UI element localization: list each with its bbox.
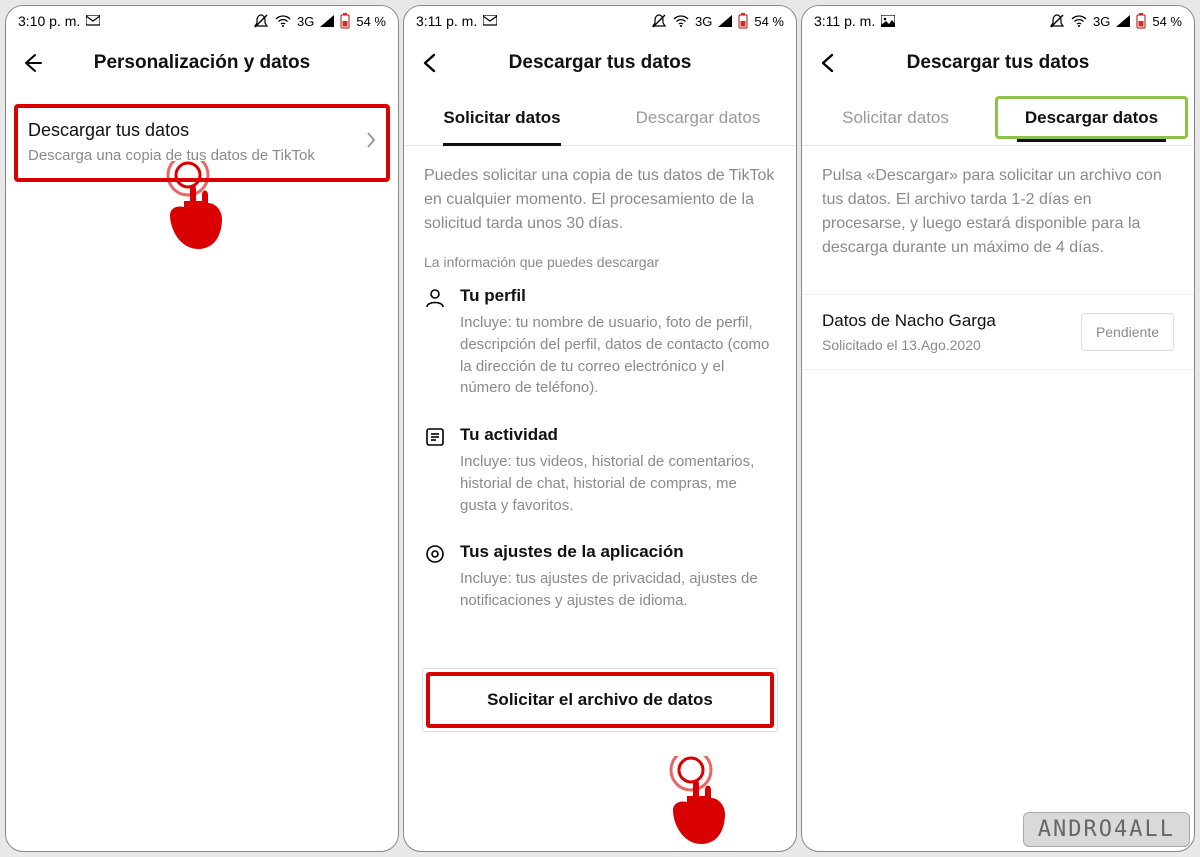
signal-icon xyxy=(320,15,334,27)
info-desc: Incluye: tu nombre de usuario, foto de p… xyxy=(460,312,776,399)
wifi-icon xyxy=(673,15,689,27)
message-icon xyxy=(483,15,497,27)
pending-title: Datos de Nacho Garga xyxy=(822,311,996,331)
pending-date: Solicitado el 13.Ago.2020 xyxy=(822,337,996,353)
mute-icon xyxy=(651,13,667,29)
info-item-profile: Tu perfil Incluye: tu nombre de usuario,… xyxy=(424,286,776,399)
app-bar: Descargar tus datos xyxy=(404,36,796,90)
page-title: Descargar tus datos xyxy=(840,52,1156,74)
page-title: Descargar tus datos xyxy=(442,52,758,74)
chevron-right-icon xyxy=(366,131,376,154)
clock-text: 3:10 p. m. xyxy=(18,13,80,29)
phone-screen-3: 3:11 p. m. 3G 54 % Descargar tus datos S… xyxy=(801,5,1195,852)
back-chevron-icon[interactable] xyxy=(418,51,442,75)
screenshot-triptych: 3:10 p. m. 3G 54 % Personalización y dat… xyxy=(0,0,1200,857)
tab-request-data[interactable]: Solicitar datos xyxy=(802,90,989,145)
wifi-icon xyxy=(1071,15,1087,27)
status-bar: 3:11 p. m. 3G 54 % xyxy=(802,6,1194,36)
row-title: Descargar tus datos xyxy=(28,120,315,141)
image-icon xyxy=(881,15,895,27)
gear-icon xyxy=(424,544,446,566)
battery-text: 54 % xyxy=(356,14,386,29)
info-title: Tu perfil xyxy=(460,286,776,306)
phone-screen-1: 3:10 p. m. 3G 54 % Personalización y dat… xyxy=(5,5,399,852)
app-bar: Personalización y datos xyxy=(6,36,398,90)
info-title: Tus ajustes de la aplicación xyxy=(460,542,776,562)
info-title: Tu actividad xyxy=(460,425,776,445)
person-icon xyxy=(424,288,446,310)
tabs: Solicitar datos Descargar datos xyxy=(404,90,796,146)
network-text: 3G xyxy=(297,14,314,29)
phone-screen-2: 3:11 p. m. 3G 54 % Descargar tus datos S… xyxy=(403,5,797,852)
tabs: Solicitar datos Descargar datos xyxy=(802,90,1194,146)
battery-text: 54 % xyxy=(1152,14,1182,29)
signal-icon xyxy=(1116,15,1130,27)
intro-text: Puedes solicitar una copia de tus datos … xyxy=(424,164,776,236)
battery-icon xyxy=(738,13,748,29)
tap-gesture-icon xyxy=(659,756,739,846)
list-icon xyxy=(424,427,446,449)
request-data-button[interactable]: Solicitar el archivo de datos xyxy=(422,668,778,732)
signal-icon xyxy=(718,15,732,27)
clock-text: 3:11 p. m. xyxy=(814,13,875,29)
battery-icon xyxy=(1136,13,1146,29)
tab-download-data[interactable]: Descargar datos xyxy=(600,90,796,145)
info-desc: Incluye: tus ajustes de privacidad, ajus… xyxy=(460,568,776,612)
section-header: La información que puedes descargar xyxy=(424,254,776,270)
tab-download-data[interactable]: Descargar datos xyxy=(995,96,1188,139)
wifi-icon xyxy=(275,15,291,27)
pending-status-button[interactable]: Pendiente xyxy=(1081,313,1174,351)
info-desc: Incluye: tus videos, historial de coment… xyxy=(460,451,776,516)
mute-icon xyxy=(1049,13,1065,29)
pending-request-row: Datos de Nacho Garga Solicitado el 13.Ag… xyxy=(802,294,1194,370)
message-icon xyxy=(86,15,100,27)
back-arrow-icon[interactable] xyxy=(20,51,44,75)
status-bar: 3:10 p. m. 3G 54 % xyxy=(6,6,398,36)
watermark: ANDRO4ALL xyxy=(1023,812,1190,847)
battery-icon xyxy=(340,13,350,29)
app-bar: Descargar tus datos xyxy=(802,36,1194,90)
network-text: 3G xyxy=(695,14,712,29)
battery-text: 54 % xyxy=(754,14,784,29)
back-chevron-icon[interactable] xyxy=(816,51,840,75)
tab-request-data[interactable]: Solicitar datos xyxy=(404,90,600,145)
clock-text: 3:11 p. m. xyxy=(416,13,477,29)
info-item-activity: Tu actividad Incluye: tus videos, histor… xyxy=(424,425,776,516)
page-title: Personalización y datos xyxy=(44,52,360,74)
request-data-button-label: Solicitar el archivo de datos xyxy=(426,672,774,728)
network-text: 3G xyxy=(1093,14,1110,29)
mute-icon xyxy=(253,13,269,29)
status-bar: 3:11 p. m. 3G 54 % xyxy=(404,6,796,36)
intro-text: Pulsa «Descargar» para solicitar un arch… xyxy=(822,164,1174,260)
tap-gesture-icon xyxy=(156,161,236,251)
info-item-settings: Tus ajustes de la aplicación Incluye: tu… xyxy=(424,542,776,612)
